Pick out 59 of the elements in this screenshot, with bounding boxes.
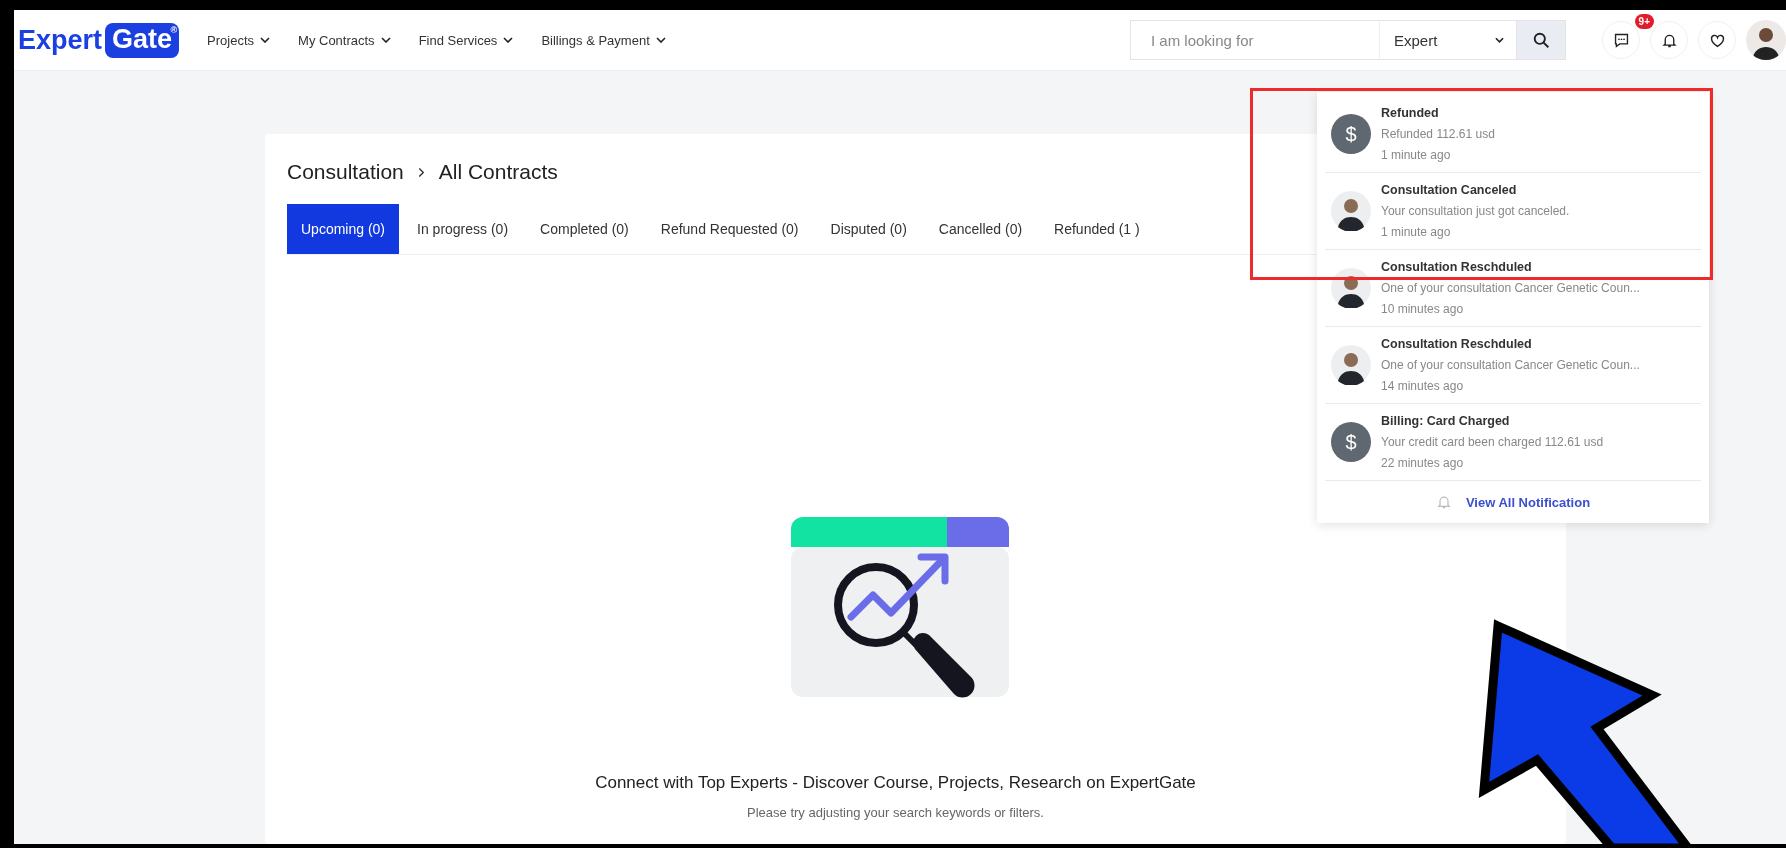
- empty-state-title: Connect with Top Experts - Discover Course, Projects, Research on ExpertGate: [595, 773, 1196, 793]
- notification-title: Consultation Reschduled: [1381, 260, 1533, 274]
- status-tab[interactable]: Refunded (1 ): [1040, 204, 1154, 254]
- notification-message: Refunded 112.61 usd: [1381, 127, 1495, 141]
- chevron-down-icon: [655, 37, 666, 43]
- search-field[interactable]: I am looking for: [1130, 20, 1380, 60]
- notification-item[interactable]: Consultation Reschduled One of your consultation Cancer Genetic Coun... 14 minutes ago: [1325, 327, 1701, 404]
- status-tab[interactable]: Upcoming (0): [287, 204, 400, 254]
- notification-item[interactable]: $ Billing: Card Charged Your credit card been charged 112.61 usd 22 minutes ago: [1325, 404, 1701, 481]
- breadcrumb-link[interactable]: Consultation: [287, 160, 404, 184]
- person-avatar-icon: [1331, 191, 1371, 231]
- notification-time: 22 minutes ago: [1381, 456, 1465, 470]
- notification-title: Refunded: [1381, 106, 1440, 120]
- notification-time: 10 minutes ago: [1381, 302, 1465, 316]
- chevron-down-icon: [1495, 37, 1504, 43]
- notification-message: Your credit card been charged 112.61 usd: [1381, 435, 1604, 449]
- chevron-down-icon: [260, 37, 271, 43]
- logo[interactable]: Expert Gate$^{®}$: [18, 22, 180, 58]
- nav-menu-item[interactable]: Billings & Payment: [541, 32, 666, 48]
- notification-title: Billing: Card Charged: [1381, 414, 1511, 428]
- search-icon: [1532, 31, 1550, 49]
- notification-time: 14 minutes ago: [1381, 379, 1465, 393]
- status-tab[interactable]: Disputed (0): [816, 204, 921, 254]
- dollar-icon: $: [1331, 114, 1371, 154]
- notification-count-badge: 9+: [1634, 14, 1654, 29]
- search-button[interactable]: [1516, 20, 1566, 60]
- favorites-button[interactable]: [1698, 21, 1736, 59]
- chevron-right-icon: [417, 166, 425, 178]
- person-avatar-icon: [1331, 345, 1371, 385]
- chat-icon: [1612, 31, 1630, 49]
- status-tab[interactable]: Refund Requested (0): [646, 204, 813, 254]
- nav-menu-item[interactable]: My Contracts: [298, 32, 391, 48]
- nav-menu-item[interactable]: Projects: [207, 32, 271, 48]
- chevron-down-icon: [380, 37, 391, 43]
- notification-title: Consultation Reschduled: [1381, 337, 1533, 351]
- empty-state-hint: Please try adjusting your search keywords or filters.: [747, 805, 1044, 820]
- status-tab[interactable]: Completed (0): [526, 204, 643, 254]
- notifications-button[interactable]: [1650, 21, 1688, 59]
- notification-time: 1 minute ago: [1381, 225, 1452, 239]
- notification-item[interactable]: Consultation Reschduled One of your consultation Cancer Genetic Coun... 10 minutes ago: [1325, 250, 1701, 327]
- notification-item[interactable]: Consultation Canceled Your consultation just got canceled. 1 minute ago: [1325, 173, 1701, 250]
- view-all-notifications-link[interactable]: View All Notification: [1465, 494, 1591, 510]
- user-avatar[interactable]: [1746, 20, 1786, 60]
- category-dropdown[interactable]: Expert: [1380, 20, 1516, 60]
- status-tab[interactable]: In progress (0): [403, 204, 523, 254]
- status-tab[interactable]: Cancelled (0): [924, 204, 1037, 254]
- notification-message: Your consultation just got canceled.: [1381, 204, 1570, 218]
- person-avatar-icon: [1331, 268, 1371, 308]
- notification-time: 1 minute ago: [1381, 148, 1452, 162]
- dollar-icon: $: [1331, 422, 1371, 462]
- notification-message: One of your consultation Cancer Genetic Coun...: [1381, 281, 1640, 295]
- chevron-down-icon: [503, 37, 514, 43]
- messages-button[interactable]: [1602, 21, 1640, 59]
- bell-icon: [1435, 494, 1452, 510]
- notification-title: Consultation Canceled: [1381, 183, 1518, 197]
- notification-item[interactable]: $ Refunded Refunded 112.61 usd 1 minute ago: [1325, 96, 1701, 173]
- nav-menu-item[interactable]: Find Services: [418, 32, 514, 48]
- breadcrumb-current: All Contracts: [438, 160, 558, 184]
- notification-message: One of your consultation Cancer Genetic Coun...: [1381, 358, 1640, 372]
